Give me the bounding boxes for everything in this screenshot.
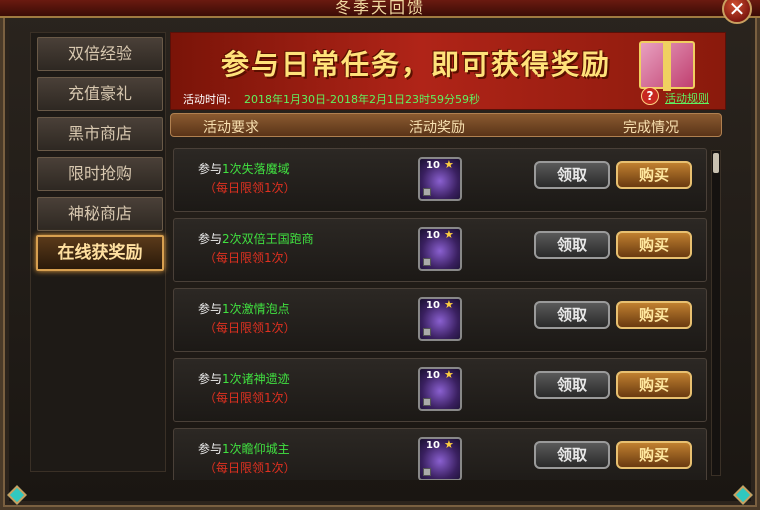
event-time-value: 2018年1月30日-2018年2月1日23时59分59秒 [244, 93, 480, 106]
column-header-status: 完成情况 [623, 120, 679, 136]
help-icon[interactable]: ? [641, 87, 659, 105]
title-bar: 冬季天回馈 [0, 0, 760, 18]
star-icon: ★ [444, 438, 454, 451]
event-rules-link[interactable]: 活动规则 [665, 90, 709, 106]
bound-lock-icon [423, 398, 431, 406]
window-title: 冬季天回馈 [334, 0, 425, 17]
banner-title: 参与日常任务，即可获得奖励 [221, 48, 612, 81]
reward-item-slot[interactable]: 10 ★ [418, 157, 462, 201]
task-row: 参与2次双倍王国跑商 （每日限领1次） 10 ★ 领取 购买 [173, 218, 707, 282]
task-row: 参与1次失落魔域 （每日限领1次） 10 ★ 领取 购买 [173, 148, 707, 212]
task-name: 1次失落魔域 [222, 162, 290, 176]
reward-count: 10 [426, 370, 440, 381]
task-name: 2次双倍王国跑商 [222, 232, 314, 246]
buy-button[interactable]: 购买 [616, 231, 692, 259]
task-row: 参与1次激情泡点 （每日限领1次） 10 ★ 领取 购买 [173, 288, 707, 352]
bound-lock-icon [423, 328, 431, 336]
reward-count: 10 [426, 300, 440, 311]
claim-button[interactable]: 领取 [534, 301, 610, 329]
task-row: 参与1次诸神遗迹 （每日限领1次） 10 ★ 领取 购买 [173, 358, 707, 422]
task-prefix: 参与 [198, 232, 223, 246]
column-header-requirement: 活动要求 [203, 120, 259, 136]
buy-button[interactable]: 购买 [616, 371, 692, 399]
star-icon: ★ [444, 368, 454, 381]
task-prefix: 参与 [198, 302, 223, 316]
buy-button[interactable]: 购买 [616, 161, 692, 189]
sidebar-item-mystery-shop[interactable]: 神秘商店 [37, 197, 163, 231]
buy-button[interactable]: 购买 [616, 301, 692, 329]
daily-limit-note: （每日限领1次） [204, 391, 296, 405]
bound-lock-icon [423, 258, 431, 266]
claim-button[interactable]: 领取 [534, 441, 610, 469]
task-name: 1次激情泡点 [222, 302, 290, 316]
claim-button[interactable]: 领取 [534, 161, 610, 189]
sidebar-item-online-reward[interactable]: 在线获奖励 [36, 235, 164, 271]
table-header: 活动要求 活动奖励 完成情况 [170, 113, 722, 137]
star-icon: ★ [444, 158, 454, 171]
scrollbar-thumb[interactable] [713, 153, 719, 173]
reward-count: 10 [426, 160, 440, 171]
column-header-reward: 活动奖励 [409, 120, 465, 136]
daily-limit-note: （每日限领1次） [204, 181, 296, 195]
task-row: 参与1次瞻仰城主 （每日限领1次） 10 ★ 领取 购买 [173, 428, 707, 480]
sidebar-item-flash-sale[interactable]: 限时抢购 [37, 157, 163, 191]
bound-lock-icon [423, 188, 431, 196]
scrollbar[interactable] [711, 150, 721, 476]
reward-item-slot[interactable]: 10 ★ [418, 297, 462, 341]
sidebar-item-recharge-gift[interactable]: 充值豪礼 [37, 77, 163, 111]
reward-count: 10 [426, 440, 440, 451]
task-requirement: 参与1次诸神遗迹 [198, 370, 290, 387]
reward-item-slot[interactable]: 10 ★ [418, 367, 462, 411]
bound-lock-icon [423, 468, 431, 476]
task-requirement: 参与1次瞻仰城主 [198, 440, 290, 457]
daily-limit-note: （每日限领1次） [204, 321, 296, 335]
buy-button[interactable]: 购买 [616, 441, 692, 469]
task-list: 参与1次失落魔域 （每日限领1次） 10 ★ 领取 购买 参与2次双倍王国跑商 … [170, 140, 726, 480]
daily-limit-note: （每日限领1次） [204, 461, 296, 475]
sidebar: 双倍经验 充值豪礼 黑市商店 限时抢购 神秘商店 在线获奖励 [30, 32, 166, 472]
task-requirement: 参与1次失落魔域 [198, 160, 290, 177]
task-prefix: 参与 [198, 162, 223, 176]
daily-limit-note: （每日限领1次） [204, 251, 296, 265]
reward-item-slot[interactable]: 10 ★ [418, 227, 462, 271]
gift-box-icon [639, 41, 695, 91]
reward-count: 10 [426, 230, 440, 241]
star-icon: ★ [444, 298, 454, 311]
claim-button[interactable]: 领取 [534, 371, 610, 399]
task-name: 1次诸神遗迹 [222, 372, 290, 386]
claim-button[interactable]: 领取 [534, 231, 610, 259]
task-requirement: 参与2次双倍王国跑商 [198, 230, 314, 247]
sidebar-item-double-exp[interactable]: 双倍经验 [37, 37, 163, 71]
sidebar-item-black-market[interactable]: 黑市商店 [37, 117, 163, 151]
task-prefix: 参与 [198, 372, 223, 386]
task-name: 1次瞻仰城主 [222, 442, 290, 456]
event-time-label: 活动时间: [183, 93, 231, 106]
event-banner: 参与日常任务，即可获得奖励 活动时间: 2018年1月30日-2018年2月1日… [170, 32, 726, 110]
task-prefix: 参与 [198, 442, 223, 456]
star-icon: ★ [444, 228, 454, 241]
task-requirement: 参与1次激情泡点 [198, 300, 290, 317]
reward-item-slot[interactable]: 10 ★ [418, 437, 462, 480]
